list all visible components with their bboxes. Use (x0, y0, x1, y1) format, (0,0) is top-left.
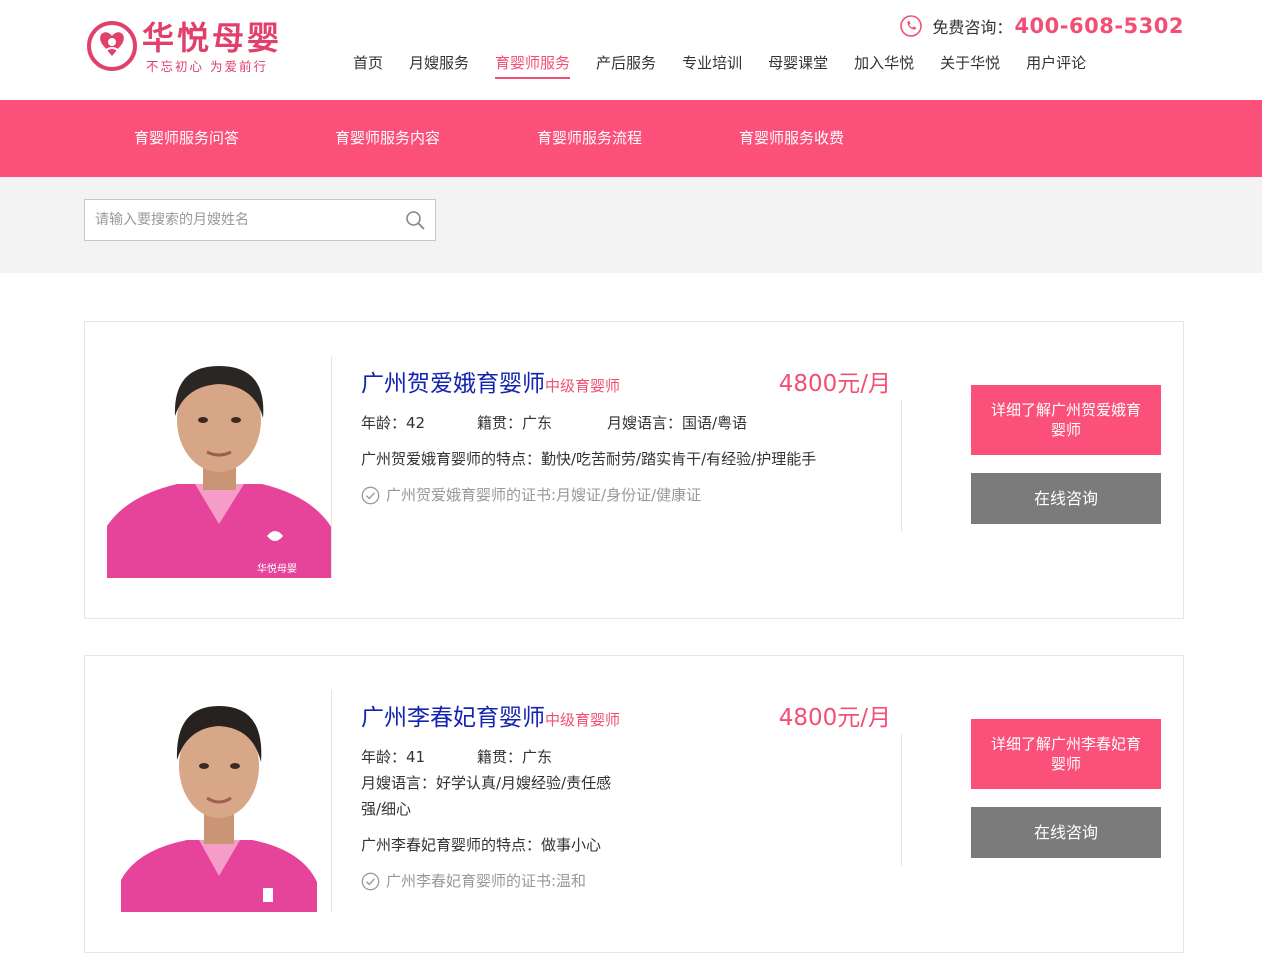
hotline: 免费咨询： 400-608-5302 (900, 11, 1184, 41)
nanny-card: 华悦母婴 广州贺爱娥育婴师中级育婴师 4800元/月 年龄：42 籍贯：广东 月… (84, 321, 1184, 619)
title-row: 广州贺爱娥育婴师中级育婴师 4800元/月 (361, 364, 891, 398)
nanny-price: 4800元/月 (778, 705, 891, 731)
subnav-item-process[interactable]: 育婴师服务流程 (537, 100, 642, 177)
nanny-age: 年龄：41 (361, 748, 426, 766)
detail-button[interactable]: 详细了解广州贺爱娥育婴师 (971, 385, 1161, 455)
subnav-item-fees[interactable]: 育婴师服务收费 (739, 100, 844, 177)
svg-text:华悦母婴: 华悦母婴 (257, 562, 297, 575)
divider (331, 356, 332, 578)
sub-nav: 育婴师服务问答 育婴师服务内容 育婴师服务流程 育婴师服务收费 (0, 100, 1262, 177)
nanny-portrait-image (107, 690, 332, 912)
meta-row: 年龄：42 籍贯：广东 月嫂语言：国语/粤语 (361, 410, 891, 436)
nanny-language: 月嫂语言：国语/粤语 (607, 414, 748, 432)
nav-item-classroom[interactable]: 母婴课堂 (768, 48, 828, 79)
search-icon[interactable] (405, 210, 425, 230)
nanny-features: 广州贺爱娥育婴师的特点：勤快/吃苦耐劳/踏实肯干/有经验/护理能手 (361, 450, 817, 468)
nanny-portrait-image: 华悦母婴 (107, 356, 332, 578)
nanny-certs-row: 广州李春妃育婴师的证书:温和 (361, 868, 891, 894)
nav-item-about[interactable]: 关于华悦 (940, 48, 1000, 79)
nanny-level: 中级育婴师 (545, 711, 621, 729)
title-row: 广州李春妃育婴师中级育婴师 4800元/月 (361, 698, 891, 732)
nav-item-training[interactable]: 专业培训 (682, 48, 742, 79)
nanny-age: 年龄：42 (361, 414, 426, 432)
nanny-certs: 广州李春妃育婴师的证书:温和 (386, 872, 587, 890)
nanny-origin: 籍贯：广东 (477, 748, 553, 766)
nanny-name[interactable]: 广州李春妃育婴师 (361, 705, 545, 731)
check-circle-icon (361, 486, 380, 504)
detail-button[interactable]: 详细了解广州李春妃育婴师 (971, 719, 1161, 789)
meta-row: 年龄：41 籍贯：广东 月嫂语言：好学认真/月嫂经验/责任感 强/细心 (361, 744, 891, 822)
divider (901, 400, 902, 532)
hotline-number[interactable]: 400-608-5302 (1014, 14, 1184, 38)
site-header: 华悦母婴 不忘初心 为爱前行 免费咨询： 400-608-5302 首页 月嫂服… (0, 0, 1262, 100)
nanny-origin: 籍贯：广东 (477, 414, 553, 432)
divider (331, 690, 332, 912)
check-circle-icon (361, 872, 380, 890)
nav-item-reviews[interactable]: 用户评论 (1026, 48, 1086, 79)
nanny-certs: 广州贺爱娥育婴师的证书:月嫂证/身份证/健康证 (386, 486, 702, 504)
brand-slogan: 不忘初心 为爱前行 (146, 59, 268, 74)
nanny-info: 广州李春妃育婴师中级育婴师 4800元/月 年龄：41 籍贯：广东 月嫂语言：好… (361, 698, 891, 894)
nanny-language-continued: 强/细心 (361, 800, 412, 818)
hotline-label: 免费咨询： (932, 18, 1013, 37)
nav-item-maternity-matron[interactable]: 月嫂服务 (409, 48, 469, 79)
search-box (84, 199, 436, 241)
nav-item-nanny-service[interactable]: 育婴师服务 (495, 48, 571, 79)
subnav-item-qa[interactable]: 育婴师服务问答 (134, 100, 239, 177)
consult-button[interactable]: 在线咨询 (971, 473, 1161, 524)
nanny-certs-row: 广州贺爱娥育婴师的证书:月嫂证/身份证/健康证 (361, 482, 891, 508)
nanny-features: 广州李春妃育婴师的特点：做事小心 (361, 836, 602, 854)
search-input[interactable] (85, 200, 395, 240)
brand-logo[interactable]: 华悦母婴 不忘初心 为爱前行 (86, 18, 301, 76)
divider (901, 734, 902, 866)
search-band (0, 177, 1262, 273)
nanny-level: 中级育婴师 (545, 377, 621, 395)
nav-item-home[interactable]: 首页 (353, 48, 383, 79)
nanny-price: 4800元/月 (778, 371, 891, 397)
nanny-photo[interactable]: 华悦母婴 (107, 356, 332, 578)
main-nav: 首页 月嫂服务 育婴师服务 产后服务 专业培训 母婴课堂 加入华悦 关于华悦 用… (340, 48, 1099, 79)
nanny-photo[interactable] (107, 690, 332, 912)
nanny-card: 广州李春妃育婴师中级育婴师 4800元/月 年龄：41 籍贯：广东 月嫂语言：好… (84, 655, 1184, 953)
nanny-info: 广州贺爱娥育婴师中级育婴师 4800元/月 年龄：42 籍贯：广东 月嫂语言：国… (361, 364, 891, 508)
subnav-item-content[interactable]: 育婴师服务内容 (335, 100, 440, 177)
heart-mother-baby-logo-icon (87, 21, 137, 71)
nav-item-postpartum[interactable]: 产后服务 (596, 48, 656, 79)
nanny-language: 月嫂语言：好学认真/月嫂经验/责任感 (361, 774, 612, 792)
phone-icon (900, 15, 923, 37)
brand-name: 华悦母婴 (142, 19, 283, 57)
consult-button[interactable]: 在线咨询 (971, 807, 1161, 858)
nav-item-join[interactable]: 加入华悦 (854, 48, 914, 79)
nanny-name[interactable]: 广州贺爱娥育婴师 (361, 371, 545, 397)
